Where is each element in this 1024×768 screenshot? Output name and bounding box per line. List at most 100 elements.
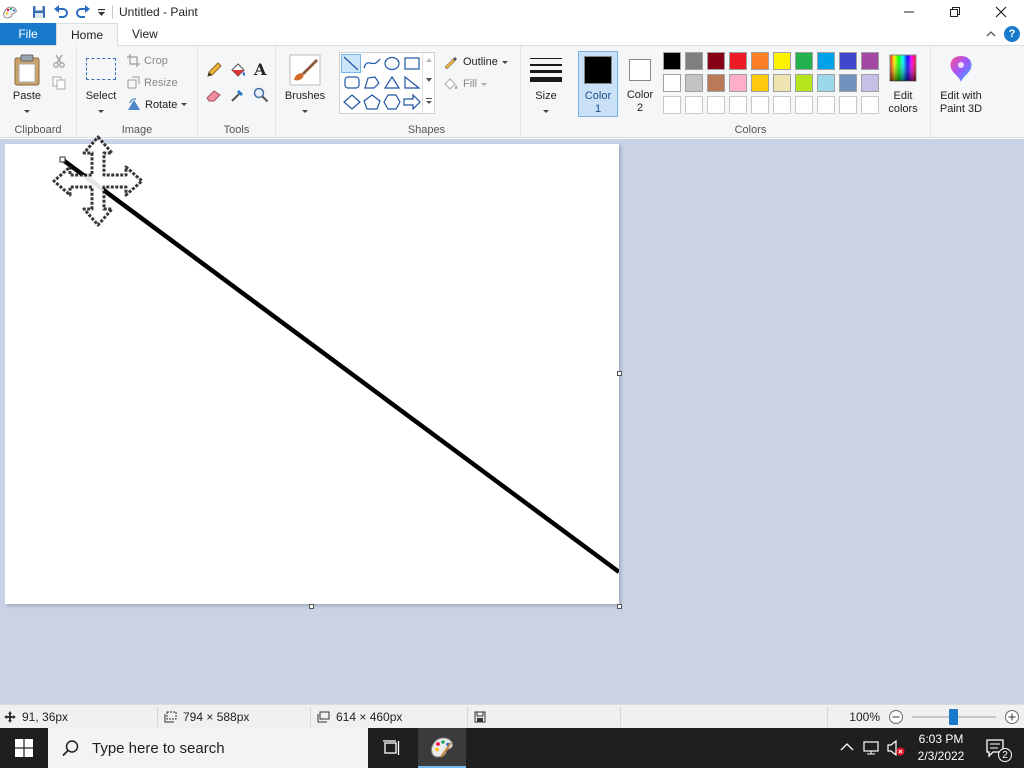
cut-icon[interactable] bbox=[52, 54, 66, 68]
palette-swatch[interactable] bbox=[817, 52, 835, 70]
fill-bucket-icon[interactable] bbox=[229, 62, 247, 78]
rectangle-shape-icon[interactable] bbox=[403, 56, 421, 71]
minimize-button[interactable] bbox=[886, 0, 932, 24]
start-button[interactable] bbox=[0, 728, 48, 768]
canvas-resize-handle-corner[interactable] bbox=[617, 604, 622, 609]
copy-icon[interactable] bbox=[52, 76, 66, 90]
color2-swatch bbox=[629, 59, 651, 81]
edit-with-paint3d-button[interactable]: Edit with Paint 3D bbox=[933, 52, 989, 116]
palette-swatch[interactable] bbox=[773, 74, 791, 92]
palette-swatch[interactable] bbox=[663, 52, 681, 70]
maximize-button[interactable] bbox=[932, 0, 978, 24]
palette-swatch[interactable] bbox=[795, 52, 813, 70]
custom-color-slot[interactable] bbox=[707, 96, 725, 114]
palette-swatch[interactable] bbox=[707, 52, 725, 70]
size-group: Size bbox=[521, 46, 571, 138]
color2-button[interactable]: Color 2 bbox=[620, 51, 660, 117]
oval-shape-icon[interactable] bbox=[383, 56, 401, 71]
palette-swatch[interactable] bbox=[729, 52, 747, 70]
select-button[interactable]: Select bbox=[81, 52, 121, 116]
rounded-rectangle-shape-icon[interactable] bbox=[343, 75, 361, 90]
hexagon-shape-icon[interactable] bbox=[383, 94, 401, 110]
edit-colors-button[interactable]: Edit colors bbox=[884, 52, 922, 118]
palette-swatch[interactable] bbox=[795, 74, 813, 92]
custom-color-slot[interactable] bbox=[729, 96, 747, 114]
right-triangle-shape-icon[interactable] bbox=[403, 75, 421, 90]
color1-button[interactable]: Color 1 bbox=[578, 51, 618, 117]
custom-color-slot[interactable] bbox=[751, 96, 769, 114]
rotate-button[interactable]: Rotate bbox=[127, 98, 188, 111]
pencil-icon[interactable] bbox=[206, 62, 222, 78]
action-center-button[interactable]: 2 bbox=[976, 728, 1016, 768]
palette-swatch[interactable] bbox=[861, 74, 879, 92]
diamond-shape-icon[interactable] bbox=[343, 94, 361, 110]
custom-color-slot[interactable] bbox=[817, 96, 835, 114]
canvas-resize-handle-bottom[interactable] bbox=[309, 604, 314, 609]
canvas-workspace[interactable] bbox=[0, 135, 1024, 704]
customize-quick-access-button[interactable] bbox=[94, 1, 108, 23]
canvas-resize-handle-right[interactable] bbox=[617, 371, 622, 376]
custom-color-slot[interactable] bbox=[773, 96, 791, 114]
tab-home[interactable]: Home bbox=[56, 23, 119, 46]
palette-swatch[interactable] bbox=[685, 52, 703, 70]
crop-button[interactable]: Crop bbox=[127, 54, 168, 67]
paint-app-icon[interactable] bbox=[2, 4, 18, 20]
palette-swatch[interactable] bbox=[817, 74, 835, 92]
polygon-shape-icon[interactable] bbox=[363, 75, 381, 90]
network-icon[interactable] bbox=[862, 740, 880, 756]
outline-button[interactable]: Outline bbox=[443, 55, 508, 69]
save-button[interactable] bbox=[28, 1, 50, 23]
palette-swatch[interactable] bbox=[773, 52, 791, 70]
task-view-button[interactable] bbox=[368, 728, 416, 768]
custom-color-slot[interactable] bbox=[795, 96, 813, 114]
size-button[interactable]: Size bbox=[525, 52, 567, 116]
eraser-icon[interactable] bbox=[206, 88, 222, 102]
window-controls bbox=[886, 0, 1024, 24]
shape-line-selected[interactable] bbox=[341, 54, 361, 73]
tab-file[interactable]: File bbox=[0, 23, 56, 45]
taskbar-search-box[interactable]: Type here to search bbox=[48, 728, 368, 768]
close-button[interactable] bbox=[978, 0, 1024, 24]
taskbar-paint-app[interactable] bbox=[418, 728, 466, 768]
zoom-slider[interactable] bbox=[912, 708, 996, 725]
custom-color-slot[interactable] bbox=[685, 96, 703, 114]
zoom-out-icon[interactable] bbox=[888, 709, 904, 725]
pentagon-shape-icon[interactable] bbox=[363, 94, 381, 110]
magnifier-icon[interactable] bbox=[253, 87, 269, 103]
resize-button[interactable]: Resize bbox=[127, 76, 178, 89]
palette-swatch[interactable] bbox=[751, 52, 769, 70]
chevron-up-icon[interactable] bbox=[840, 742, 854, 752]
palette-swatch[interactable] bbox=[707, 74, 725, 92]
volume-muted-icon[interactable] bbox=[886, 739, 906, 757]
palette-swatch[interactable] bbox=[663, 74, 681, 92]
tab-view[interactable]: View bbox=[118, 23, 172, 45]
text-tool-icon[interactable]: A bbox=[254, 60, 266, 79]
paint3d-group: Edit with Paint 3D bbox=[931, 46, 991, 138]
palette-swatch[interactable] bbox=[839, 52, 857, 70]
brushes-label: Brushes bbox=[284, 90, 326, 102]
palette-swatch[interactable] bbox=[751, 74, 769, 92]
palette-swatch[interactable] bbox=[861, 52, 879, 70]
shapes-gallery-scroll[interactable] bbox=[422, 53, 434, 113]
drawn-line[interactable] bbox=[61, 158, 619, 574]
custom-color-slot[interactable] bbox=[861, 96, 879, 114]
collapse-ribbon-icon[interactable] bbox=[986, 30, 996, 38]
fill-button[interactable]: Fill bbox=[443, 77, 488, 91]
custom-color-slot[interactable] bbox=[839, 96, 857, 114]
palette-swatch[interactable] bbox=[685, 74, 703, 92]
curve-shape-icon[interactable] bbox=[363, 56, 381, 71]
color-picker-icon[interactable] bbox=[230, 87, 246, 103]
redo-button[interactable] bbox=[72, 1, 94, 23]
paste-button[interactable]: Paste bbox=[6, 52, 48, 116]
palette-swatch[interactable] bbox=[839, 74, 857, 92]
undo-button[interactable] bbox=[50, 1, 72, 23]
zoom-slider-thumb[interactable] bbox=[949, 708, 958, 725]
arrow-shape-icon[interactable] bbox=[403, 94, 421, 110]
palette-swatch[interactable] bbox=[729, 74, 747, 92]
custom-color-slot[interactable] bbox=[663, 96, 681, 114]
help-icon[interactable]: ? bbox=[1004, 26, 1020, 42]
clock[interactable]: 6:03 PM 2/3/2022 bbox=[906, 731, 976, 765]
zoom-in-icon[interactable] bbox=[1004, 709, 1020, 725]
triangle-shape-icon[interactable] bbox=[383, 75, 401, 90]
brushes-button[interactable]: Brushes bbox=[281, 52, 329, 116]
